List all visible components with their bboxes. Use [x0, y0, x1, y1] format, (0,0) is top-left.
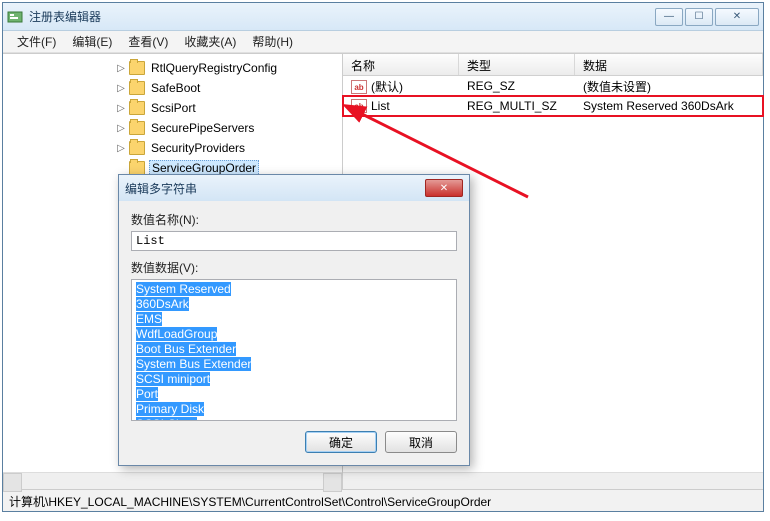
tree-node[interactable]: ▷ ScsiPort — [3, 98, 342, 118]
value-type: REG_SZ — [459, 79, 575, 93]
tree-horizontal-scrollbar[interactable] — [3, 472, 342, 489]
value-name: List — [371, 99, 390, 113]
value-data: System Reserved 360DsArk — [575, 99, 763, 113]
tree-node-label: SecurityProviders — [149, 141, 247, 155]
tree-node-label: RtlQueryRegistryConfig — [149, 61, 279, 75]
statusbar: 计算机\HKEY_LOCAL_MACHINE\SYSTEM\CurrentCon… — [3, 489, 763, 511]
folder-icon — [129, 101, 145, 115]
menu-view[interactable]: 查看(V) — [120, 31, 176, 52]
value-data-label: 数值数据(V): — [131, 259, 457, 276]
value-name: (默认) — [371, 80, 403, 94]
expand-icon[interactable]: ▷ — [115, 123, 127, 134]
close-button[interactable]: ✕ — [715, 8, 759, 26]
app-icon — [7, 9, 23, 25]
value-name-input[interactable] — [131, 231, 457, 251]
header-name[interactable]: 名称 — [343, 54, 459, 75]
edit-multistring-dialog: 编辑多字符串 ✕ 数值名称(N): 数值数据(V): System Reserv… — [118, 174, 470, 466]
value-type: REG_MULTI_SZ — [459, 99, 575, 113]
string-value-icon: ab — [351, 99, 367, 113]
tree-node-label: SafeBoot — [149, 81, 202, 95]
dialog-titlebar[interactable]: 编辑多字符串 ✕ — [119, 175, 469, 201]
value-row-highlighted[interactable]: ab List REG_MULTI_SZ System Reserved 360D… — [343, 96, 763, 116]
tree-node-label: SecurePipeServers — [149, 121, 256, 135]
folder-icon — [129, 61, 145, 75]
value-name-label: 数值名称(N): — [131, 211, 457, 228]
menu-edit[interactable]: 编辑(E) — [64, 31, 120, 52]
tree-node[interactable]: ▷ SafeBoot — [3, 78, 342, 98]
expand-icon[interactable]: ▷ — [115, 103, 127, 114]
value-data-textarea[interactable]: System Reserved360DsArkEMSWdfLoadGroupBo… — [131, 279, 457, 421]
dialog-close-button[interactable]: ✕ — [425, 179, 463, 197]
header-data[interactable]: 数据 — [575, 54, 763, 75]
expand-icon[interactable]: ▷ — [115, 63, 127, 74]
maximize-button[interactable]: ☐ — [685, 8, 713, 26]
expand-icon[interactable]: ▷ — [115, 83, 127, 94]
values-horizontal-scrollbar[interactable] — [343, 472, 763, 489]
value-data: (数值未设置) — [575, 78, 763, 95]
string-value-icon: ab — [351, 80, 367, 94]
tree-node-label: ScsiPort — [149, 101, 198, 115]
folder-icon — [129, 81, 145, 95]
header-type[interactable]: 类型 — [459, 54, 575, 75]
menu-file[interactable]: 文件(F) — [9, 31, 64, 52]
tree-node[interactable]: ▷ SecurityProviders — [3, 138, 342, 158]
minimize-button[interactable]: — — [655, 8, 683, 26]
folder-icon — [129, 161, 145, 175]
tree-node[interactable]: ▷ SecurePipeServers — [3, 118, 342, 138]
menu-help[interactable]: 帮助(H) — [244, 31, 301, 52]
window-title: 注册表编辑器 — [29, 8, 655, 25]
status-path: 计算机\HKEY_LOCAL_MACHINE\SYSTEM\CurrentCon… — [9, 495, 491, 509]
menubar: 文件(F) 编辑(E) 查看(V) 收藏夹(A) 帮助(H) — [3, 31, 763, 53]
expand-icon[interactable]: ▷ — [115, 143, 127, 154]
tree-node[interactable]: ▷ RtlQueryRegistryConfig — [3, 58, 342, 78]
folder-icon — [129, 121, 145, 135]
cancel-button[interactable]: 取消 — [385, 431, 457, 453]
values-header: 名称 类型 数据 — [343, 54, 763, 76]
ok-button[interactable]: 确定 — [305, 431, 377, 453]
menu-favorites[interactable]: 收藏夹(A) — [176, 31, 244, 52]
expand-icon[interactable] — [115, 163, 127, 174]
folder-icon — [129, 141, 145, 155]
value-row[interactable]: ab (默认) REG_SZ (数值未设置) — [343, 76, 763, 96]
dialog-title: 编辑多字符串 — [125, 180, 425, 197]
titlebar[interactable]: 注册表编辑器 — ☐ ✕ — [3, 3, 763, 31]
